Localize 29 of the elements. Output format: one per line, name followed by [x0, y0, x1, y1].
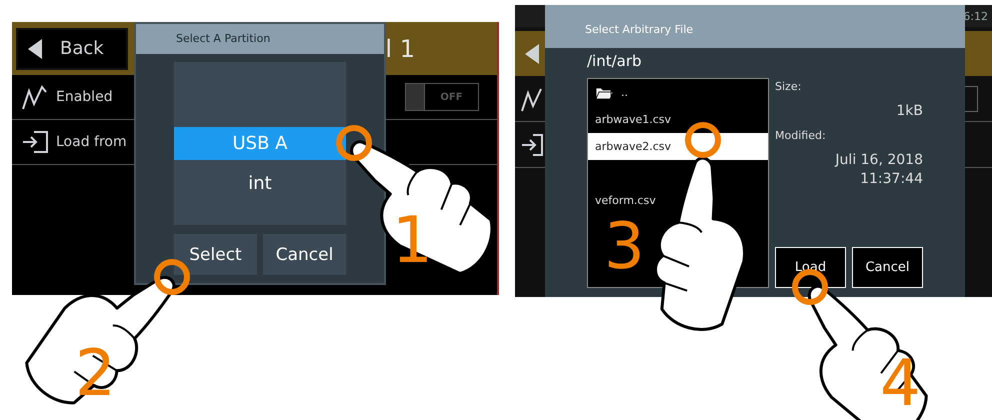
- modified-time: 11:37:44: [859, 171, 923, 187]
- partition-item[interactable]: int: [174, 167, 346, 200]
- folder-path: /int/arb: [587, 52, 643, 72]
- cancel-button[interactable]: Cancel: [263, 234, 346, 275]
- row-label: Enabled: [56, 89, 113, 105]
- cancel-button[interactable]: Cancel: [852, 247, 923, 288]
- screen-title: l 1: [385, 34, 416, 62]
- dialog-title: Select Arbitrary File: [545, 5, 965, 48]
- tap-ring-icon: [336, 125, 372, 161]
- tap-ring-icon: [154, 259, 190, 295]
- size-label: Size:: [775, 80, 802, 93]
- tap-ring-icon: [685, 122, 721, 158]
- size-value: 1kB: [895, 103, 923, 119]
- waveform-icon: [22, 84, 48, 110]
- file-item[interactable]: ..: [588, 79, 634, 106]
- file-item[interactable]: arbwave2.csv: [588, 133, 768, 160]
- dialog-title: Select A Partition: [136, 24, 384, 54]
- row-label: Load from: [56, 134, 127, 150]
- import-icon: [22, 131, 48, 153]
- back-arrow-icon: [525, 44, 539, 64]
- import-icon: [521, 134, 543, 156]
- folder-icon: [595, 86, 613, 100]
- back-button[interactable]: Back: [16, 28, 128, 70]
- modified-label: Modified:: [775, 129, 827, 142]
- back-arrow-icon: [28, 38, 42, 58]
- waveform-icon: [521, 86, 543, 112]
- file-item[interactable]: arbwave1.csv: [588, 106, 678, 133]
- select-button[interactable]: Select: [174, 234, 257, 275]
- modified-date: Juli 16, 2018: [834, 152, 923, 168]
